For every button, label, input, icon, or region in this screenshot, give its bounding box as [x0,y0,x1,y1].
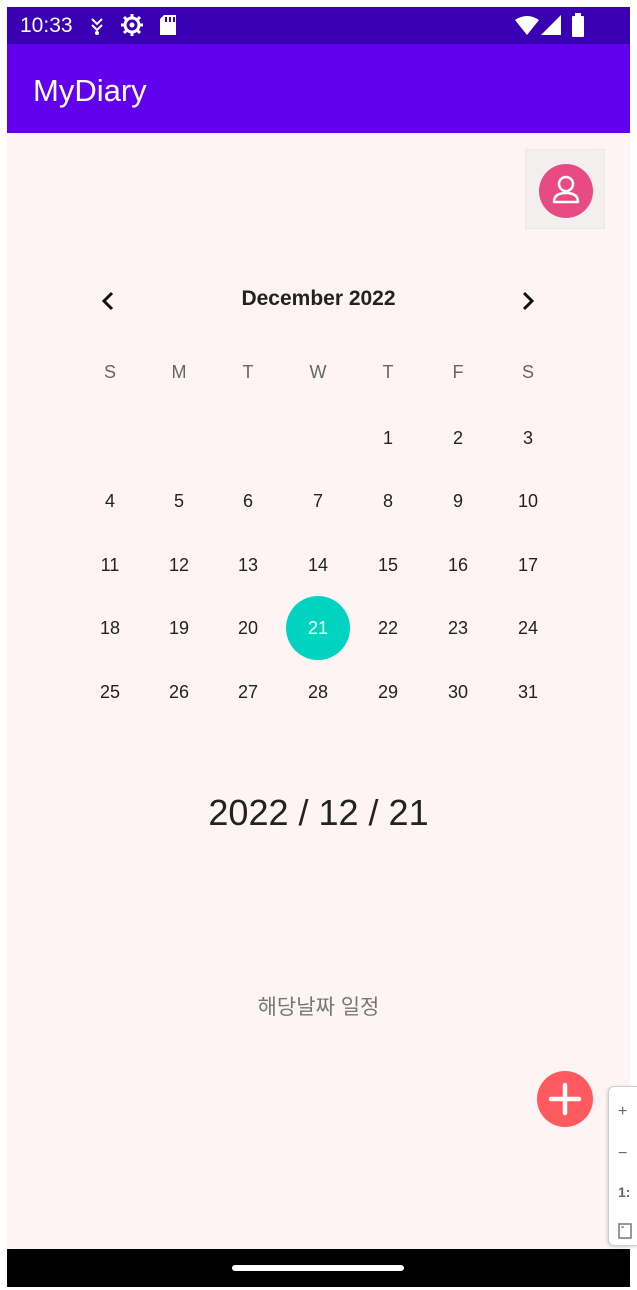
weekday-label: M [171,362,187,382]
cellular-signal-icon [541,15,561,35]
day-cell[interactable]: 20 [216,596,280,660]
chevron-right-icon[interactable] [515,289,539,313]
settings-gear-icon [121,14,143,36]
add-schedule-fab[interactable] [537,1071,593,1127]
navigation-bar [7,1249,630,1287]
weekday-label: T [242,362,254,382]
profile-avatar[interactable] [539,164,593,218]
weekday-label: W [309,362,327,382]
weekday-label: T [382,362,394,382]
day-cell[interactable]: 30 [426,660,490,724]
day-cell[interactable]: 5 [147,469,211,533]
day-cell[interactable]: 14 [286,533,350,597]
day-cell[interactable]: 11 [78,533,142,597]
status-time: 10:33 [20,14,73,37]
day-cell[interactable]: 3 [496,406,560,470]
emulator-side-panel: + − 1: [608,1086,637,1246]
weekday-label: S [521,362,534,382]
weekday-label: S [103,362,116,382]
day-cell[interactable]: 13 [216,533,280,597]
day-cell[interactable]: 4 [78,469,142,533]
selected-date-text: 2022 / 12 / 21 [208,792,429,833]
day-cell[interactable]: 31 [496,660,560,724]
app-title: MyDiary [33,73,147,108]
day-cell[interactable]: 10 [496,469,560,533]
day-cell[interactable]: 17 [496,533,560,597]
schedule-label: 해당날짜 일정 [257,996,380,1019]
day-cell[interactable]: 23 [426,596,490,660]
battery-icon [572,13,584,37]
profile-button[interactable] [525,149,605,229]
ratio-button[interactable]: 1: [618,1184,630,1200]
day-cell[interactable]: 26 [147,660,211,724]
day-cell[interactable]: 22 [356,596,420,660]
day-cell[interactable]: 28 [286,660,350,724]
day-cell[interactable]: 8 [356,469,420,533]
zoom-in-button[interactable]: + [618,1103,627,1121]
weekday-label: F [452,362,464,382]
day-cell[interactable]: 7 [286,469,350,533]
day-cell[interactable]: 27 [216,660,280,724]
wifi-icon [515,16,539,35]
plus-icon [548,1082,582,1116]
day-cell[interactable]: 16 [426,533,490,597]
fit-screen-icon[interactable] [618,1223,632,1239]
day-cell[interactable]: 18 [78,596,142,660]
zoom-out-button[interactable]: − [618,1145,627,1163]
selected-day-cell[interactable]: 21 [286,596,350,660]
sd-card-icon [160,15,176,35]
home-gesture-handle[interactable] [232,1265,404,1271]
day-cell[interactable]: 15 [356,533,420,597]
app-screen: 10:33 MyDiary December 2022 S M T W T F … [7,7,630,1287]
usb-debug-icon [91,18,103,35]
day-cell[interactable]: 1 [356,406,420,470]
day-cell[interactable]: 12 [147,533,211,597]
day-cell[interactable]: 24 [496,596,560,660]
person-icon [552,175,580,204]
day-cell[interactable]: 25 [78,660,142,724]
status-bar: 10:33 [7,7,630,44]
day-cell[interactable]: 19 [147,596,211,660]
day-cell[interactable]: 29 [356,660,420,724]
app-bar: MyDiary [7,44,630,133]
day-cell[interactable]: 6 [216,469,280,533]
day-cell[interactable]: 2 [426,406,490,470]
day-cell[interactable]: 9 [426,469,490,533]
